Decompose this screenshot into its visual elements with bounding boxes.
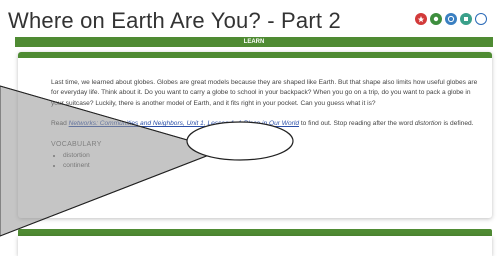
lesson-body: Last time, we learned about globes. Glob… (51, 78, 481, 171)
next-section-card (18, 236, 492, 256)
outline-circle-icon[interactable] (475, 13, 487, 25)
read-suffix: to find out. Stop reading after the word (299, 120, 415, 128)
reading-link[interactable]: Networks: Communities and Neighbors, Uni… (69, 120, 299, 127)
page-title: Where on Earth Are You? - Part 2 (8, 8, 341, 33)
read-term: distortion (414, 120, 442, 128)
vocab-item: continent (63, 161, 481, 171)
blue-circle-icon[interactable] (445, 13, 457, 25)
green-circle-icon[interactable] (430, 13, 442, 25)
vocabulary-heading: VOCABULARY (51, 140, 102, 148)
header-icon-row (415, 13, 487, 25)
teal-circle-icon[interactable] (460, 13, 472, 25)
read-prefix: Read (51, 120, 69, 128)
learn-section-bar: LEARN (15, 37, 493, 47)
lesson-card: Last time, we learned about globes. Glob… (18, 52, 492, 218)
intro-paragraph: Last time, we learned about globes. Glob… (51, 79, 478, 107)
red-circle-icon[interactable] (415, 13, 427, 25)
vocab-item: distortion (63, 151, 481, 161)
next-section-bar (18, 229, 492, 236)
vocabulary-list: distortion continent (51, 151, 481, 171)
reading-instruction: Read Networks: Communities and Neighbors… (51, 119, 481, 129)
read-end: is defined. (441, 120, 474, 128)
card-accent-bar (18, 52, 492, 58)
